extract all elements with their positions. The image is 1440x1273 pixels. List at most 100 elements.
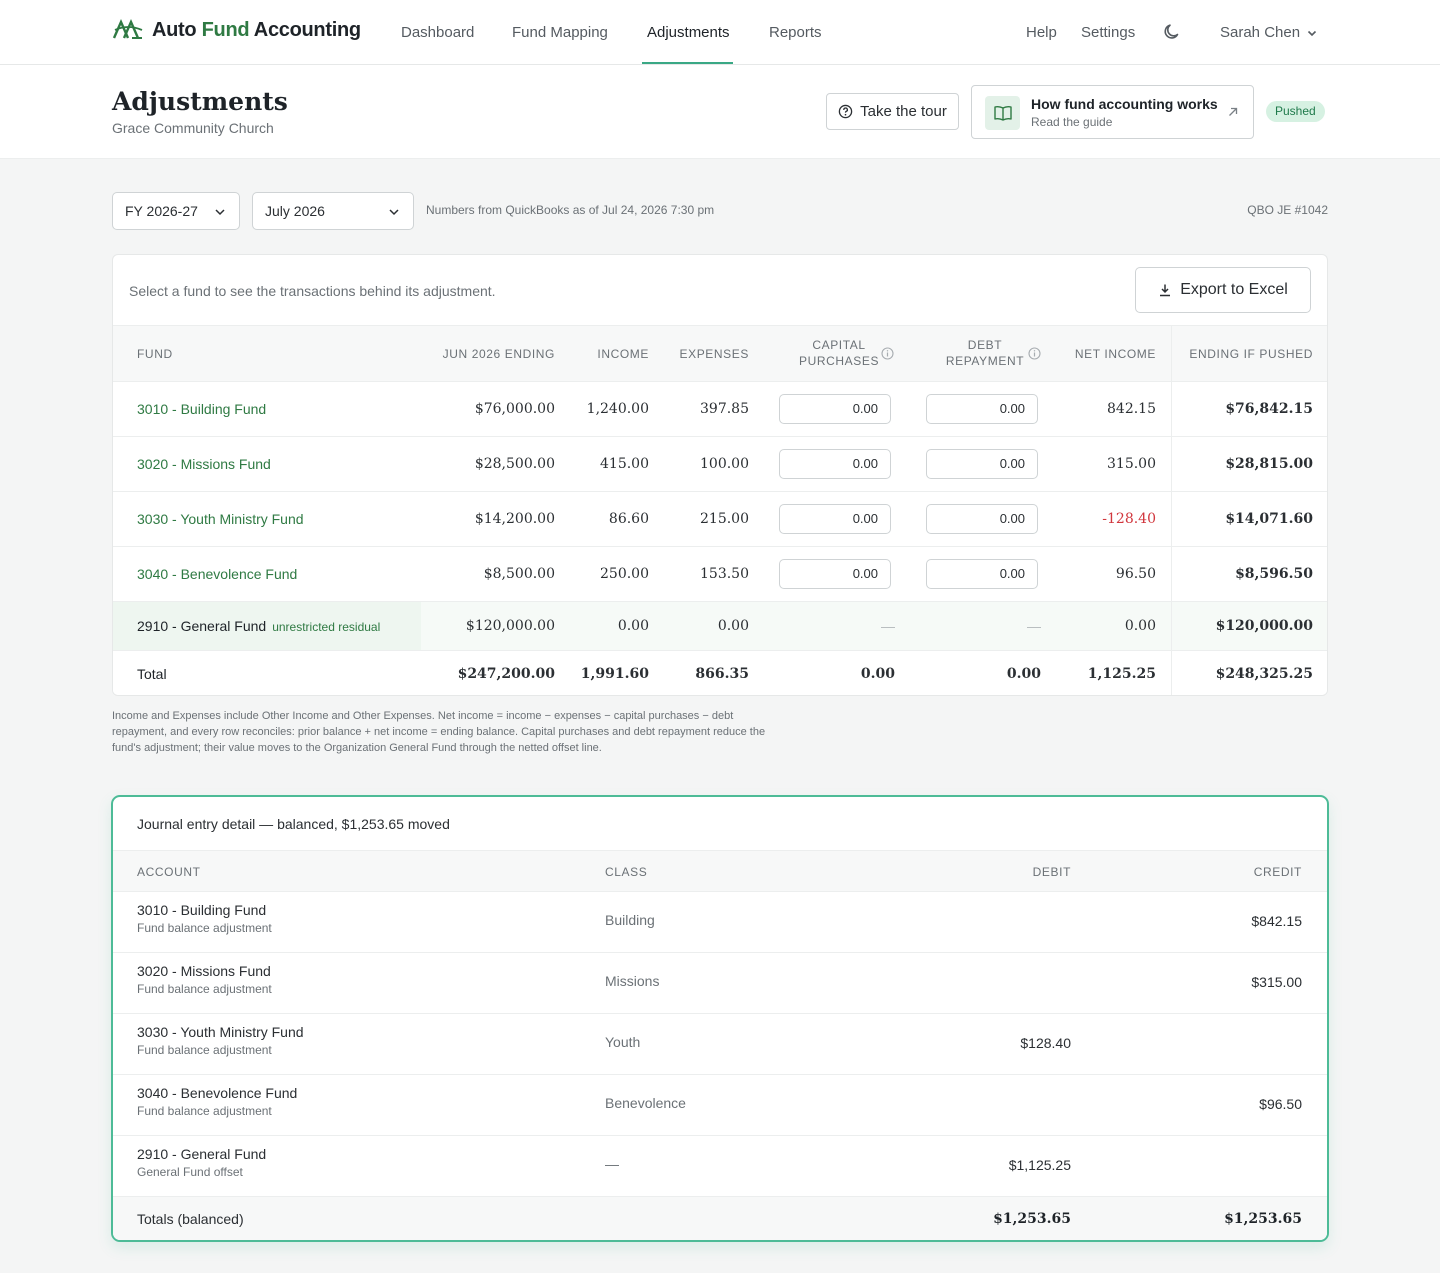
journal-row: 3010 - Building Fund Fund balance adjust…: [113, 892, 1327, 953]
col-capital-purchases: CAPITAL PURCHASES: [799, 338, 880, 368]
class-name: Benevolence: [605, 1095, 686, 1111]
help-circle-icon: [838, 104, 853, 119]
moon-icon[interactable]: [1162, 22, 1182, 42]
income: 86.60: [608, 511, 649, 527]
fund-row-youth[interactable]: 3030 - Youth Ministry Fund $14,200.00 86…: [113, 492, 1327, 547]
fund-link[interactable]: 3030 - Youth Ministry Fund: [137, 492, 304, 547]
account-memo: Fund balance adjustment: [137, 1104, 272, 1118]
guide-link-button[interactable]: How fund accounting works Read the guide: [971, 85, 1254, 139]
col-credit: CREDIT: [1253, 865, 1302, 879]
total-credit: $1,253.65: [1224, 1211, 1302, 1227]
journal-entry-number: QBO JE #1042: [1247, 203, 1328, 217]
month-select[interactable]: July 2026: [252, 192, 414, 230]
income: 415.00: [600, 456, 649, 472]
net-income: 0.00: [1124, 618, 1156, 634]
nav-reports[interactable]: Reports: [769, 24, 822, 41]
total-capital: 0.00: [860, 666, 895, 682]
col-prior-ending: JUN 2026 ENDING: [442, 347, 555, 361]
totals-label: Totals (balanced): [137, 1211, 244, 1227]
fiscal-year-value: FY 2026-27: [125, 203, 198, 219]
prior-ending: $8,500.00: [483, 566, 555, 582]
debt-repayment-input[interactable]: 0.00: [926, 394, 1038, 424]
debt-dash: —: [1027, 618, 1041, 634]
income: 1,240.00: [586, 401, 649, 417]
expenses: 215.00: [700, 511, 749, 527]
column-divider: [1171, 325, 1172, 695]
net-income: 315.00: [1107, 456, 1156, 472]
expenses: 0.00: [717, 618, 749, 634]
total-expenses: 866.35: [695, 666, 749, 682]
journal-entry-card: Journal entry detail — balanced, $1,253.…: [111, 795, 1329, 1242]
export-excel-button[interactable]: Export to Excel: [1135, 267, 1311, 313]
col-ending-if-pushed: ENDING IF PUSHED: [1189, 347, 1313, 361]
debt-repayment-input[interactable]: 0.00: [926, 559, 1038, 589]
prior-ending: $14,200.00: [474, 511, 555, 527]
chevron-down-icon: [1307, 30, 1317, 36]
take-tour-button[interactable]: Take the tour: [826, 93, 959, 130]
info-icon[interactable]: [1028, 347, 1041, 360]
prior-ending: $76,000.00: [474, 401, 555, 417]
info-icon[interactable]: [881, 347, 894, 360]
take-tour-label: Take the tour: [860, 103, 947, 120]
class-name: —: [605, 1156, 619, 1172]
general-fund-row: 2910 - General Fund unrestricted residual…: [113, 602, 1327, 651]
col-class: CLASS: [605, 865, 648, 879]
nav-fund-mapping[interactable]: Fund Mapping: [512, 24, 608, 41]
fund-link[interactable]: 3010 - Building Fund: [137, 382, 266, 437]
export-label: Export to Excel: [1180, 281, 1288, 298]
active-tab-indicator: [642, 62, 733, 64]
settings-link[interactable]: Settings: [1081, 24, 1135, 41]
page-title: Adjustments: [112, 87, 288, 116]
capital-purchases-input[interactable]: 0.00: [779, 394, 891, 424]
fund-row-building[interactable]: 3010 - Building Fund $76,000.00 1,240.00…: [113, 382, 1327, 437]
col-debit: DEBIT: [1032, 865, 1071, 879]
capital-purchases-input[interactable]: 0.00: [779, 559, 891, 589]
capital-purchases-input[interactable]: 0.00: [779, 504, 891, 534]
month-value: July 2026: [265, 203, 325, 219]
guide-icon-box: [985, 96, 1020, 130]
journal-table-header: ACCOUNT CLASS DEBIT CREDIT: [113, 850, 1327, 892]
brand-logo[interactable]: Auto Fund Accounting: [112, 16, 361, 44]
col-net-income: NET INCOME: [1074, 347, 1156, 361]
nav-adjustments[interactable]: Adjustments: [647, 24, 730, 41]
total-prior: $247,200.00: [457, 666, 555, 682]
income: 250.00: [600, 566, 649, 582]
fund-row-missions[interactable]: 3020 - Missions Fund $28,500.00 415.00 1…: [113, 437, 1327, 492]
net-income-negative: -128.40: [1102, 511, 1156, 527]
class-name: Youth: [605, 1034, 641, 1050]
prior-ending: $28,500.00: [474, 456, 555, 472]
expenses: 100.00: [700, 456, 749, 472]
debt-repayment-input[interactable]: 0.00: [926, 504, 1038, 534]
residual-tag: unrestricted residual: [272, 620, 381, 634]
journal-row: 3020 - Missions Fund Fund balance adjust…: [113, 953, 1327, 1014]
journal-row: 2910 - General Fund General Fund offset …: [113, 1136, 1327, 1197]
ending-if-pushed: $76,842.15: [1225, 401, 1313, 417]
total-debt: 0.00: [1006, 666, 1041, 682]
guide-subtitle: Read the guide: [1031, 115, 1113, 129]
credit-amount: $842.15: [1251, 913, 1302, 929]
income: 0.00: [617, 618, 649, 634]
help-link[interactable]: Help: [1026, 24, 1057, 41]
guide-title: How fund accounting works: [1031, 96, 1218, 112]
user-name: Sarah Chen: [1220, 24, 1301, 41]
ending-if-pushed: $28,815.00: [1225, 456, 1313, 472]
class-name: Missions: [605, 973, 660, 989]
nav-dashboard[interactable]: Dashboard: [401, 24, 474, 41]
page-header: Adjustments Grace Community Church Take …: [0, 65, 1440, 159]
fund-link[interactable]: 3020 - Missions Fund: [137, 437, 271, 492]
fund-row-benevolence[interactable]: 3040 - Benevolence Fund $8,500.00 250.00…: [113, 547, 1327, 602]
debt-repayment-input[interactable]: 0.00: [926, 449, 1038, 479]
account-memo: Fund balance adjustment: [137, 982, 272, 996]
top-nav: Auto Fund Accounting Dashboard Fund Mapp…: [0, 0, 1440, 65]
account-name: 3030 - Youth Ministry Fund: [137, 1024, 304, 1040]
capital-purchases-input[interactable]: 0.00: [779, 449, 891, 479]
user-menu[interactable]: Sarah Chen: [1220, 24, 1318, 41]
debit-amount: $128.40: [1020, 1035, 1071, 1051]
ending-if-pushed: $8,596.50: [1235, 566, 1313, 582]
download-icon: [1160, 284, 1171, 297]
fund-link[interactable]: 3040 - Benevolence Fund: [137, 547, 297, 602]
fiscal-year-select[interactable]: FY 2026-27: [112, 192, 240, 230]
table-hint: Select a fund to see the transactions be…: [129, 283, 496, 299]
total-income: 1,991.60: [580, 666, 649, 682]
class-name: Building: [605, 912, 655, 928]
